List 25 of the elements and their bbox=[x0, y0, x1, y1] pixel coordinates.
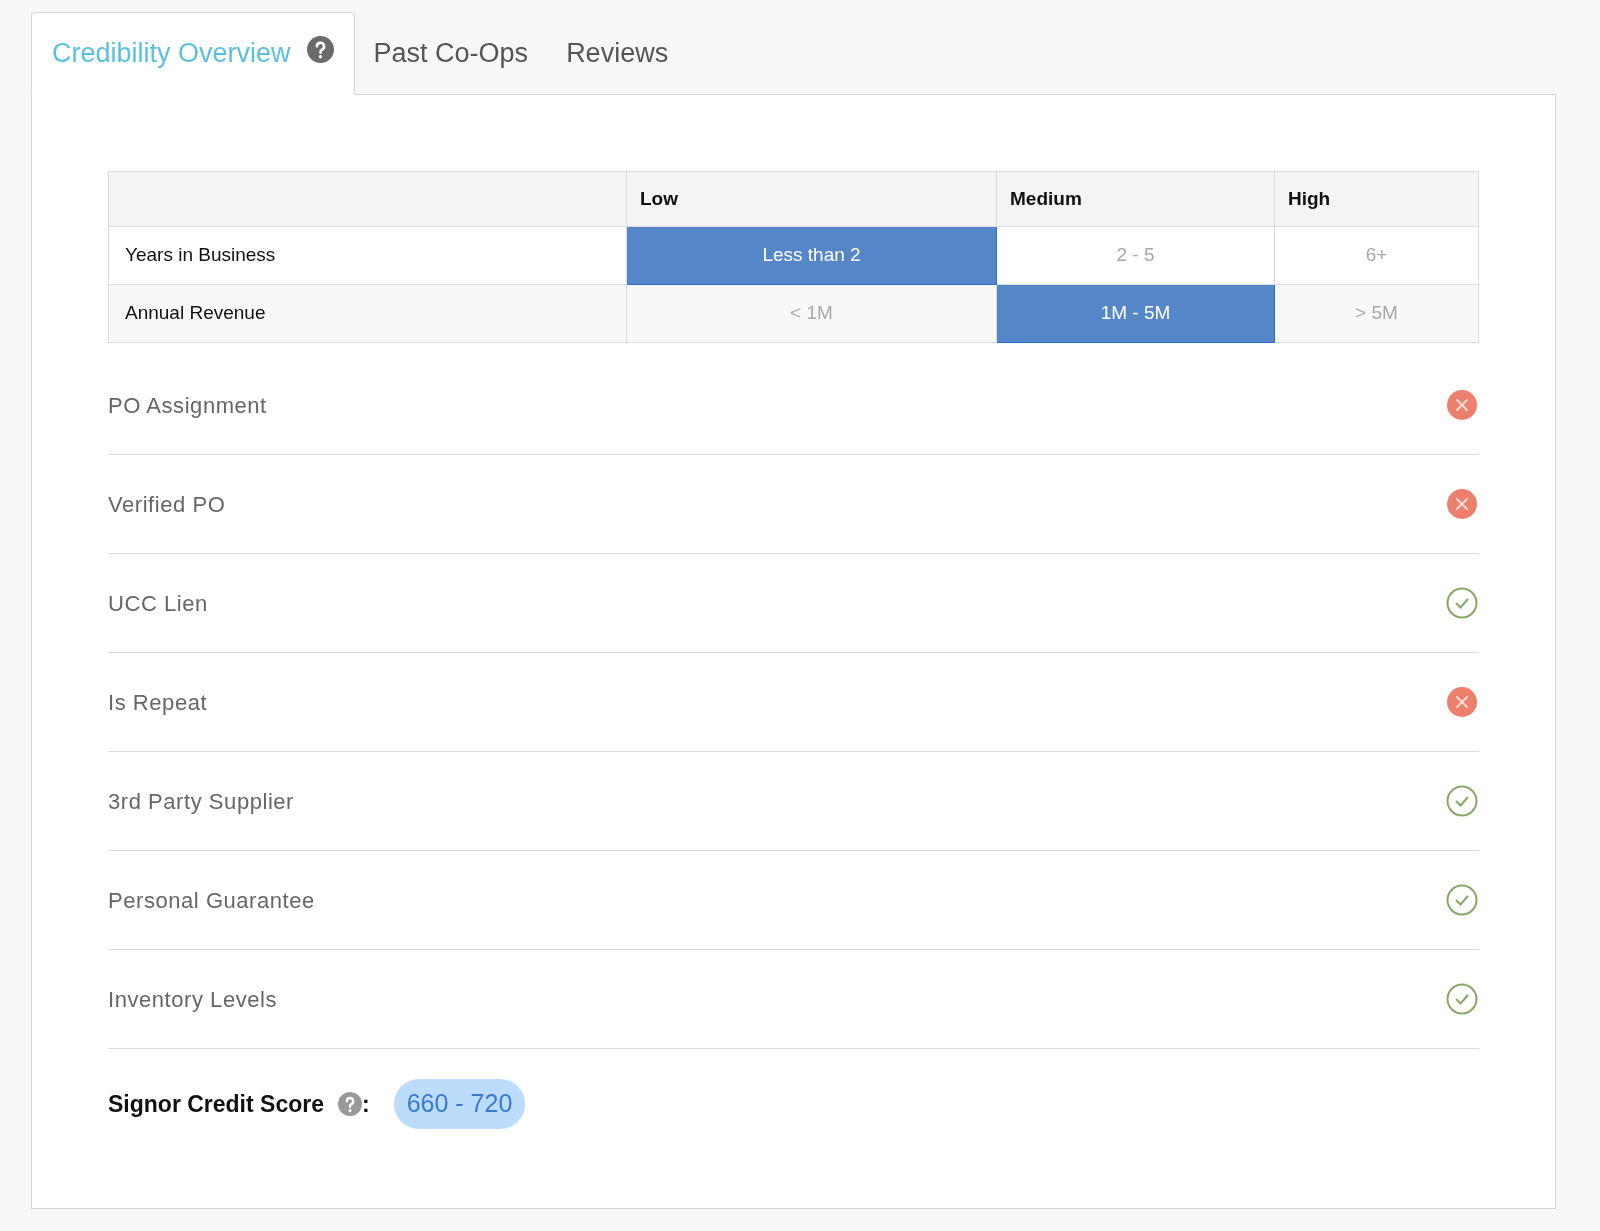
score-badge: 660 - 720 bbox=[393, 1079, 526, 1129]
checklist-label: PO Assignment bbox=[108, 391, 267, 420]
checklist-label: 3rd Party Supplier bbox=[108, 787, 294, 816]
column-header: High bbox=[1288, 187, 1331, 209]
table-cell: 6+ bbox=[1274, 226, 1479, 285]
row-label: Annual Revenue bbox=[108, 284, 627, 343]
table-cell: 2 - 5 bbox=[996, 226, 1275, 285]
table-cell: Less than 2 bbox=[626, 226, 997, 285]
checklist-label: Inventory Levels bbox=[108, 985, 277, 1014]
column-header: Low bbox=[640, 187, 678, 209]
checklist-label: Verified PO bbox=[108, 490, 226, 519]
table-cell: 1M - 5M bbox=[996, 284, 1275, 343]
table-cell: > 5M bbox=[1274, 284, 1479, 343]
colon: : bbox=[362, 1089, 370, 1119]
column-header: Medium bbox=[1010, 187, 1082, 209]
tab[interactable]: Reviews bbox=[547, 12, 688, 95]
table-cell: < 1M bbox=[626, 284, 997, 343]
checklist-label: Is Repeat bbox=[108, 688, 208, 717]
help-icon[interactable] bbox=[306, 36, 334, 63]
row-label: Years in Business bbox=[108, 226, 627, 285]
checklist-label: UCC Lien bbox=[108, 589, 208, 618]
tab[interactable]: Past Co-Ops bbox=[354, 12, 548, 95]
score-label: Signor Credit Score bbox=[108, 1089, 324, 1119]
help-icon[interactable] bbox=[338, 1092, 362, 1116]
checklist-label: Personal Guarantee bbox=[108, 886, 315, 915]
